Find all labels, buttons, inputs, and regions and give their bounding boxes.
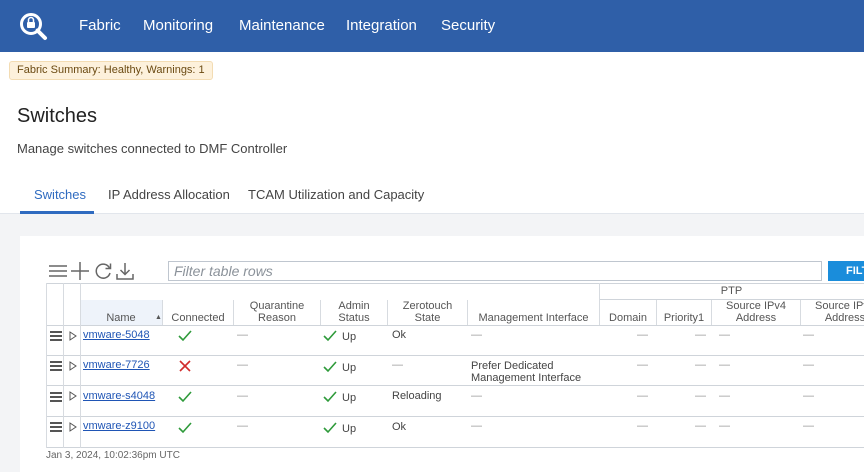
add-icon[interactable]	[70, 261, 90, 281]
table-border-bottom	[46, 447, 864, 448]
fabric-summary-badge[interactable]: Fabric Summary: Healthy, Warnings: 1	[9, 61, 213, 80]
nav-maintenance[interactable]: Maintenance	[239, 17, 325, 35]
admin-status-value: Up	[342, 362, 357, 374]
table-border-left	[46, 283, 47, 448]
nav-integration[interactable]: Integration	[346, 17, 417, 35]
quarantine-reason-value: —	[237, 390, 248, 402]
source-ipv4-value: —	[719, 420, 730, 432]
connected-check-icon	[178, 330, 192, 342]
source-ipv4-value: —	[719, 329, 730, 341]
management-interface-value: —	[471, 420, 482, 432]
source-ipv6-value: —	[803, 390, 814, 402]
zerotouch-state-value: Reloading	[392, 390, 442, 402]
ptp-priority-value: —	[695, 359, 706, 371]
expand-row-icon[interactable]	[69, 391, 77, 401]
admin-up-check-icon	[323, 361, 337, 373]
row-menu-icon[interactable]	[50, 361, 62, 371]
ptp-group-header: PTP	[720, 285, 743, 297]
switch-name-link[interactable]: vmware-s4048	[83, 390, 155, 403]
source-ipv6-value: —	[803, 420, 814, 432]
column-header-admin-line2: Status	[338, 312, 370, 324]
management-interface-value: —	[471, 390, 482, 402]
ptp-priority-value: —	[695, 329, 706, 341]
management-interface-value: —	[471, 329, 482, 341]
column-header-source-ipv4-line2: Address	[735, 312, 777, 324]
download-icon[interactable]	[115, 261, 135, 281]
zerotouch-state-value: —	[392, 359, 403, 371]
top-navbar: Fabric Monitoring Maintenance Integratio…	[0, 0, 864, 52]
source-ipv6-value: —	[803, 329, 814, 341]
admin-up-check-icon	[323, 330, 337, 342]
column-header-source-ipv6-line2: Address	[824, 312, 864, 324]
column-header-priority1[interactable]: Priority1	[657, 312, 711, 325]
tab-switches[interactable]: Switches	[34, 187, 86, 203]
fabric-summary-bar: Fabric Summary: Healthy, Warnings: 1	[0, 52, 864, 88]
refresh-icon[interactable]	[93, 261, 113, 281]
filter-input[interactable]	[168, 261, 822, 281]
ptp-domain-value: —	[637, 420, 648, 432]
row-divider	[46, 355, 864, 356]
column-divider	[63, 283, 64, 448]
tab-bar: Switches IP Address Allocation TCAM Util…	[0, 176, 864, 214]
filter-button[interactable]: FILTER	[828, 261, 864, 281]
column-header-quarantine-line2: Reason	[258, 312, 296, 324]
quarantine-reason-value: —	[237, 420, 248, 432]
column-header-domain[interactable]: Domain	[600, 312, 656, 325]
row-divider	[46, 416, 864, 417]
ptp-domain-value: —	[637, 329, 648, 341]
app-logo-icon[interactable]	[18, 11, 48, 41]
row-menu-icon[interactable]	[50, 422, 62, 432]
column-header-management-interface[interactable]: Management Interface	[468, 312, 599, 325]
quarantine-reason-value: —	[237, 329, 248, 341]
admin-status-value: Up	[342, 423, 357, 435]
nav-monitoring[interactable]: Monitoring	[143, 17, 213, 35]
switch-name-link[interactable]: vmware-5048	[83, 329, 150, 342]
table-border-top	[46, 283, 864, 284]
quarantine-reason-value: —	[237, 359, 248, 371]
expand-row-icon[interactable]	[69, 422, 77, 432]
zerotouch-state-value: Ok	[392, 329, 407, 341]
column-header-zerotouch-line2: State	[414, 312, 441, 324]
admin-up-check-icon	[323, 391, 337, 403]
page-subtitle: Manage switches connected to DMF Control…	[17, 141, 288, 156]
ptp-domain-value: —	[637, 359, 648, 371]
admin-status-value: Up	[342, 392, 357, 404]
disconnected-cross-icon	[179, 360, 191, 372]
header-divider	[46, 325, 864, 326]
switch-name-link[interactable]: vmware-z9100	[83, 420, 155, 433]
column-header-name[interactable]: Name	[81, 312, 161, 325]
column-menu-icon[interactable]	[48, 261, 68, 281]
source-ipv6-value: —	[803, 359, 814, 371]
source-ipv4-value: —	[719, 390, 730, 402]
ptp-priority-value: —	[695, 390, 706, 402]
zerotouch-state-value: Ok	[392, 421, 407, 433]
nav-fabric[interactable]: Fabric	[79, 17, 121, 35]
management-interface-value-line2: Management Interface	[471, 372, 582, 384]
last-updated-timestamp: Jan 3, 2024, 10:02:36pm UTC	[46, 450, 180, 461]
admin-status-value: Up	[342, 331, 357, 343]
expand-row-icon[interactable]	[69, 331, 77, 341]
nav-security[interactable]: Security	[441, 17, 495, 35]
row-menu-icon[interactable]	[50, 392, 62, 402]
sort-ascending-icon[interactable]: ▲	[155, 314, 162, 321]
ptp-domain-value: —	[637, 390, 648, 402]
connected-check-icon	[178, 391, 192, 403]
switches-table: PTP Name ▲ Connected Quarantine Reason A…	[46, 283, 864, 448]
ptp-priority-value: —	[695, 420, 706, 432]
column-header-connected[interactable]: Connected	[163, 312, 233, 325]
switch-name-link[interactable]: vmware-7726	[83, 359, 150, 372]
tab-ip-address-allocation[interactable]: IP Address Allocation	[108, 187, 230, 203]
row-menu-icon[interactable]	[50, 331, 62, 341]
admin-up-check-icon	[323, 422, 337, 434]
row-divider	[46, 385, 864, 386]
connected-check-icon	[178, 422, 192, 434]
page-title: Switches	[17, 105, 98, 127]
tab-tcam-utilization[interactable]: TCAM Utilization and Capacity	[248, 187, 424, 203]
source-ipv4-value: —	[719, 359, 730, 371]
expand-row-icon[interactable]	[69, 361, 77, 371]
